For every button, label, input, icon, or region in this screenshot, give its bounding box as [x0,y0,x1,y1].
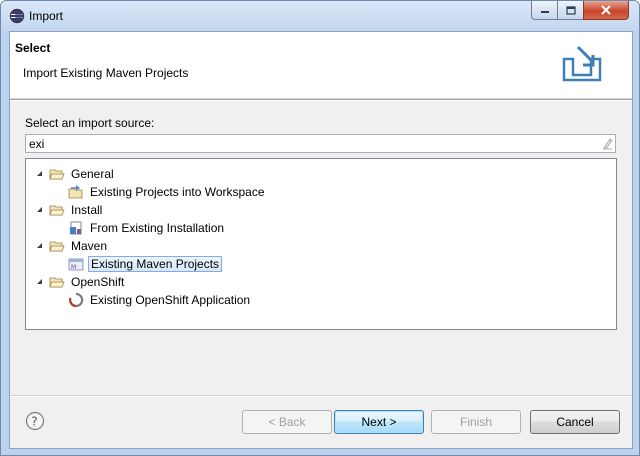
tree-item-general[interactable]: General [49,165,116,183]
expand-arrow-icon[interactable] [35,205,44,214]
folder-open-icon [49,169,65,180]
tree-item-label: From Existing Installation [90,221,225,235]
tree-item-maven[interactable]: Maven [49,237,109,255]
tree-item-label: Existing Maven Projects [88,256,223,272]
tree-item-label: OpenShift [71,275,125,289]
header-separator [10,99,632,101]
filter-input[interactable] [25,134,616,153]
tree-item-existing-installation[interactable]: From Existing Installation [68,219,226,237]
dialog-client-area: Select Import Existing Maven Projects Se… [9,31,633,449]
cancel-button[interactable]: Cancel [530,410,620,434]
button-bar-separator [10,395,632,397]
minimize-icon [540,11,549,13]
maven-icon: M [68,258,84,271]
back-button[interactable]: < Back [242,410,332,434]
tree-item-existing-maven-projects[interactable]: M Existing Maven Projects [68,255,223,273]
maximize-button[interactable] [557,1,584,20]
tree-item-existing-openshift-app[interactable]: Existing OpenShift Application [68,291,252,309]
close-icon [601,5,611,15]
projects-import-icon [68,185,83,199]
folder-open-icon [49,277,65,288]
tree-item-label: Existing OpenShift Application [90,293,251,307]
import-source-tree[interactable]: General Existing Projects into Workspace… [25,158,617,330]
installation-icon [70,221,82,235]
window-title: Import [29,9,64,23]
help-icon[interactable]: ? [25,411,45,431]
import-dialog-window: Import Select Import Existing Maven Proj… [0,0,640,456]
tree-item-install[interactable]: Install [49,201,104,219]
maximize-icon [565,5,576,15]
page-title: Select [15,41,51,55]
import-wizard-banner-icon [562,45,602,82]
import-source-label: Select an import source: [25,116,155,130]
folder-open-icon [49,241,65,252]
wizard-header: Select Import Existing Maven Projects [10,32,632,99]
tree-item-label: Maven [71,239,108,253]
next-button[interactable]: Next > [334,410,424,434]
tree-item-openshift[interactable]: OpenShift [49,273,126,291]
tree-item-label: Existing Projects into Workspace [90,185,265,199]
svg-text:?: ? [31,415,37,429]
tree-item-label: General [71,167,114,181]
folder-open-icon [49,205,65,216]
expand-arrow-icon[interactable] [35,241,44,250]
tree-item-label: Install [71,203,103,217]
eclipse-app-icon [9,8,25,24]
close-window-button[interactable] [583,1,629,20]
title-bar[interactable]: Import [1,1,639,31]
minimize-button[interactable] [531,1,558,20]
svg-text:M: M [71,264,76,271]
finish-button[interactable]: Finish [431,410,521,434]
clear-filter-icon[interactable] [601,137,614,150]
tree-item-existing-projects[interactable]: Existing Projects into Workspace [68,183,267,201]
expand-arrow-icon[interactable] [35,277,44,286]
expand-arrow-icon[interactable] [35,169,44,178]
openshift-icon [69,292,84,308]
page-description: Import Existing Maven Projects [23,66,189,80]
